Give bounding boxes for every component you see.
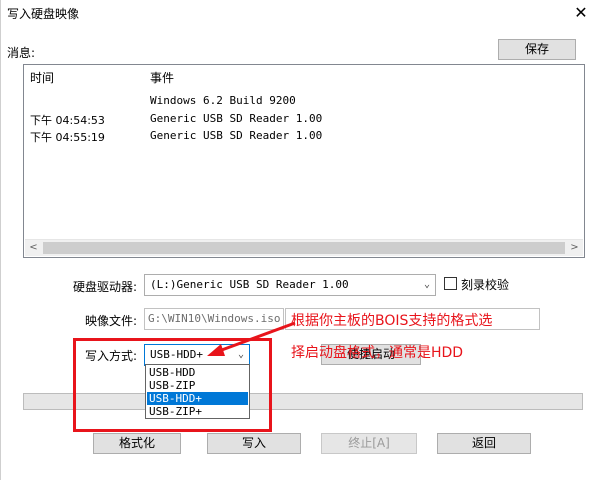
title-bar: 写入硬盘映像 ✕ — [1, 0, 600, 26]
column-header-time: 时间 — [30, 71, 55, 85]
stop-button[interactable]: 终止[A] — [321, 433, 417, 454]
close-icon[interactable]: ✕ — [561, 0, 600, 26]
chevron-down-icon: ⌄ — [423, 279, 431, 290]
annotation-arrow — [207, 321, 296, 356]
annotation-text-line1: 根据你主板的BOIS支持的格式选 — [291, 313, 493, 329]
write-button[interactable]: 写入 — [207, 433, 301, 454]
write-disk-image-window: 写入硬盘映像 ✕ 消息: 保存 时间 事件 Windows 6.2 Build … — [0, 0, 600, 480]
format-button[interactable]: 格式化 — [93, 433, 181, 454]
window-title: 写入硬盘映像 — [7, 7, 80, 21]
scroll-right-icon[interactable]: > — [566, 240, 583, 256]
horizontal-scrollbar[interactable]: < > — [25, 239, 583, 256]
log-row-event: Generic USB SD Reader 1.00 — [150, 129, 323, 142]
drive-select-value: (L:)Generic USB SD Reader 1.00 — [150, 278, 349, 291]
log-row-event: Windows 6.2 Build 9200 — [150, 94, 296, 107]
message-log[interactable]: 时间 事件 Windows 6.2 Build 9200 下午 04:54:53… — [23, 64, 585, 258]
save-button[interactable]: 保存 — [498, 39, 576, 60]
back-button[interactable]: 返回 — [437, 433, 531, 454]
log-row-time: 下午 04:55:19 — [30, 131, 105, 144]
scroll-left-icon[interactable]: < — [25, 240, 42, 256]
verify-label: 刻录校验 — [461, 278, 510, 292]
verify-checkbox[interactable] — [444, 277, 457, 290]
scroll-thumb[interactable] — [43, 242, 565, 254]
log-row-event: Generic USB SD Reader 1.00 — [150, 112, 323, 125]
messages-label: 消息: — [7, 46, 36, 60]
log-row-time: 下午 04:54:53 — [30, 114, 105, 127]
annotation-text-line2: 择启动盘格式，通常是HDD — [291, 345, 464, 361]
drive-label: 硬盘驱动器: — [72, 280, 137, 294]
column-header-event: 事件 — [150, 71, 175, 85]
image-file-label: 映像文件: — [84, 314, 137, 328]
drive-select[interactable]: (L:)Generic USB SD Reader 1.00 ⌄ — [144, 274, 436, 296]
